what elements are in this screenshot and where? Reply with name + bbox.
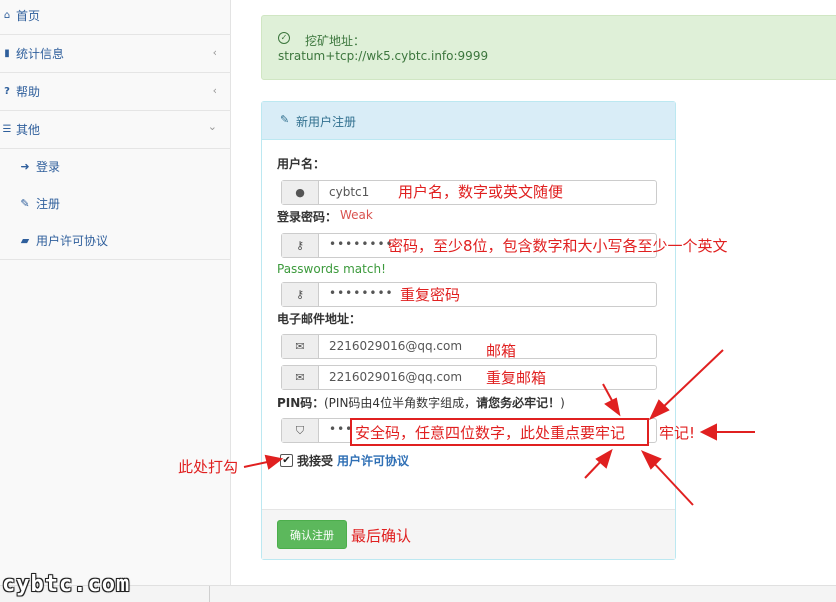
envelope-icon: ✉ [282,335,319,358]
annotation-email-confirm: 重复邮箱 [486,369,547,387]
password-confirm-input[interactable]: •••••••• [319,283,394,306]
sidebar-item-label: 帮助 [16,85,41,99]
annotation-remember: 牢记! [659,424,696,442]
sidebar-item-label: 统计信息 [16,47,65,61]
chevron-left-icon: ‹ [212,46,217,59]
annotation-pin: 安全码，任意四位数字，此处重点要牢记 [355,424,626,442]
key-icon: ⚷ [282,234,319,257]
email-input[interactable]: 2216029016@qq.com [319,335,462,358]
sidebar-divider [0,259,231,260]
annotation-password: 密码，至少8位，包含数字和大小写各至少一个英文 [388,237,728,255]
panel-heading: ✎ 新用户注册 [262,102,675,140]
password-strength: Weak [340,208,373,222]
list-icon: ☰ [2,124,12,135]
chevron-down-icon: ⌄ [207,120,217,133]
sidebar: ⌂ 首页 ▮ 统计信息 ‹ ? 帮助 ‹ ☰ 其他 ⌄ ➜ 登录 ✎ 注册 ▰ … [0,0,231,602]
email-label: 电子邮件地址： [277,312,362,326]
check-circle-icon: ✓ [278,32,290,44]
home-icon: ⌂ [3,10,11,21]
agree-text: 我接受 [297,454,334,468]
mining-address: stratum+tcp://wk5.cybtc.info:9999 [278,49,489,63]
sidebar-item-label: 其他 [16,123,41,137]
sidebar-item-help[interactable]: ? 帮助 ‹ [0,73,231,111]
sidebar-item-other[interactable]: ☰ 其他 ⌄ [0,111,231,149]
bottom-divider [209,586,210,602]
pin-note: (PIN码由4位半角数字组成，请您务必牢记！) [324,396,565,410]
password-confirm-field[interactable]: ⚷ •••••••• [281,282,657,307]
annotation-confirm: 最后确认 [351,527,412,545]
panel-title: 新用户注册 [296,115,357,129]
sidebar-item-label: 注册 [36,197,61,211]
annotation-username: 用户名，数字或英文随便 [398,183,564,201]
watermark: cybtc.com [2,572,131,597]
book-icon: ▰ [20,234,30,247]
sidebar-item-label: 登录 [36,160,61,174]
sidebar-item-stats[interactable]: ▮ 统计信息 ‹ [0,35,231,73]
alert-title: 挖矿地址： [305,34,366,48]
pin-label: PIN码： [277,396,325,410]
email-confirm-field[interactable]: ✉ 2216029016@qq.com [281,365,657,390]
email-field[interactable]: ✉ 2216029016@qq.com [281,334,657,359]
license-agreement: ✔ 我接受 用户许可协议 [280,452,409,469]
key-icon: ⚷ [282,283,319,306]
confirm-register-button[interactable]: 确认注册 [277,520,347,549]
sidebar-item-label: 首页 [16,9,41,23]
shield-icon: ⛉ [282,419,319,442]
mining-address-alert: ✓ 挖矿地址： stratum+tcp://wk5.cybtc.info:999… [261,15,836,80]
annotation-checkbox: 此处打勾 [178,458,239,476]
username-input[interactable]: cybtc1 [319,181,369,204]
sidebar-item-home[interactable]: ⌂ 首页 [0,0,231,35]
agree-checkbox[interactable]: ✔ [280,454,293,467]
sidebar-subitem-license[interactable]: ▰ 用户许可协议 [0,222,231,259]
annotation-email: 邮箱 [486,342,517,360]
license-link[interactable]: 用户许可协议 [337,452,409,469]
sidebar-subitem-register[interactable]: ✎ 注册 [0,185,231,222]
user-icon: ● [282,181,319,204]
bar-chart-icon: ▮ [4,48,10,59]
username-label: 用户名： [277,157,326,171]
chevron-left-icon: ‹ [212,84,217,97]
annotation-password-confirm: 重复密码 [400,286,461,304]
sidebar-item-label: 用户许可协议 [36,234,109,248]
password-match-status: Passwords match! [277,262,386,276]
question-icon: ? [4,86,10,97]
password-input[interactable]: •••••••• [319,234,394,257]
password-label: 登录密码： [277,210,338,224]
email-confirm-input[interactable]: 2216029016@qq.com [319,366,462,389]
edit-icon: ✎ [280,113,290,126]
envelope-icon: ✉ [282,366,319,389]
sidebar-subitem-login[interactable]: ➜ 登录 [0,148,231,185]
sign-in-icon: ➜ [20,160,30,173]
pencil-icon: ✎ [20,197,30,210]
